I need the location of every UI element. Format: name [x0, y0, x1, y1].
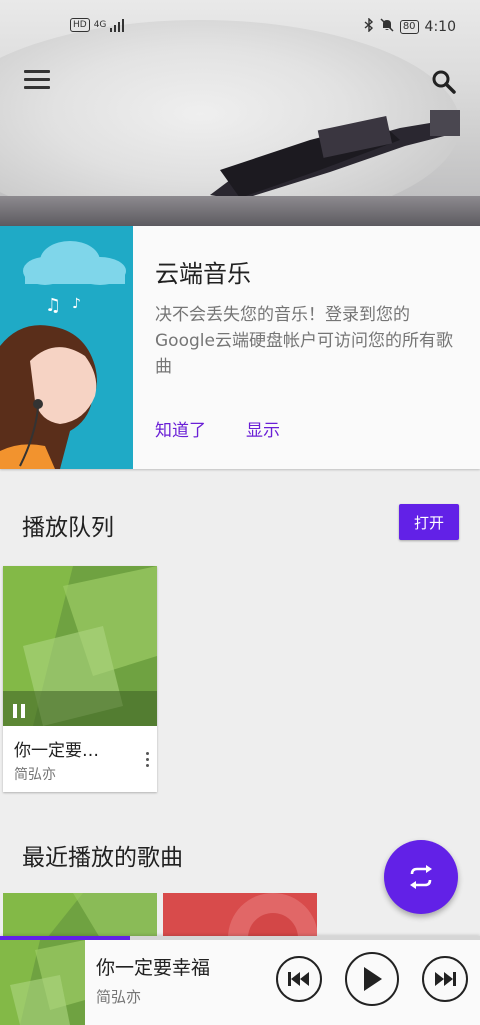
tonearm-image	[210, 110, 460, 200]
clock: 4:10	[424, 19, 456, 35]
play-button[interactable]	[345, 952, 399, 1006]
skip-next-icon	[435, 972, 456, 986]
mute-bell-icon	[380, 18, 394, 36]
now-playing-art	[0, 940, 85, 1025]
now-playing-title: 你一定要幸福	[96, 957, 211, 979]
svg-text:♪: ♪	[72, 296, 81, 312]
album-art	[3, 566, 157, 726]
cloud-illustration: ♫ ♪	[0, 226, 133, 469]
open-queue-button[interactable]: 打开	[399, 504, 459, 540]
bluetooth-icon	[364, 17, 374, 36]
status-bar: HD 4G 80 4:10	[0, 14, 480, 42]
queue-item-title: 你一定要…	[14, 741, 99, 761]
cloud-music-card: ♫ ♪ 云端音乐 决不会丢失您的音乐！登录到您的Google云端硬盘帐户可访问您…	[0, 226, 480, 469]
signal-icon	[110, 18, 125, 32]
show-button[interactable]: 显示	[246, 416, 280, 441]
dismiss-button[interactable]: 知道了	[155, 416, 206, 441]
queue-item-artist: 简弘亦	[14, 767, 56, 783]
shuffle-fab[interactable]	[384, 840, 458, 914]
hd-badge: HD	[70, 18, 90, 32]
more-options-icon[interactable]	[143, 752, 151, 770]
skip-previous-icon	[288, 972, 309, 986]
search-icon[interactable]	[430, 68, 458, 96]
recent-title: 最近播放的歌曲	[22, 845, 183, 871]
card-description: 决不会丢失您的音乐！登录到您的Google云端硬盘帐户可访问您的所有歌曲	[155, 305, 453, 377]
repeat-icon	[410, 865, 432, 889]
play-icon	[364, 967, 382, 991]
queue-item[interactable]: 你一定要… 简弘亦	[3, 566, 157, 792]
progress-fill	[0, 936, 130, 940]
pause-icon	[13, 704, 27, 718]
battery-icon: 80	[399, 20, 419, 34]
network-type: 4G	[93, 20, 107, 30]
queue-title: 播放队列	[22, 515, 114, 541]
menu-icon[interactable]	[24, 70, 50, 92]
previous-button[interactable]	[276, 956, 322, 1002]
card-title: 云端音乐	[155, 260, 251, 288]
svg-text:♫: ♫	[45, 295, 61, 316]
playback-progress[interactable]	[0, 936, 480, 940]
next-button[interactable]	[422, 956, 468, 1002]
now-playing-bar[interactable]: 你一定要幸福 简弘亦	[0, 936, 480, 1025]
turntable-base	[0, 196, 480, 226]
now-playing-artist: 简弘亦	[96, 988, 142, 1006]
